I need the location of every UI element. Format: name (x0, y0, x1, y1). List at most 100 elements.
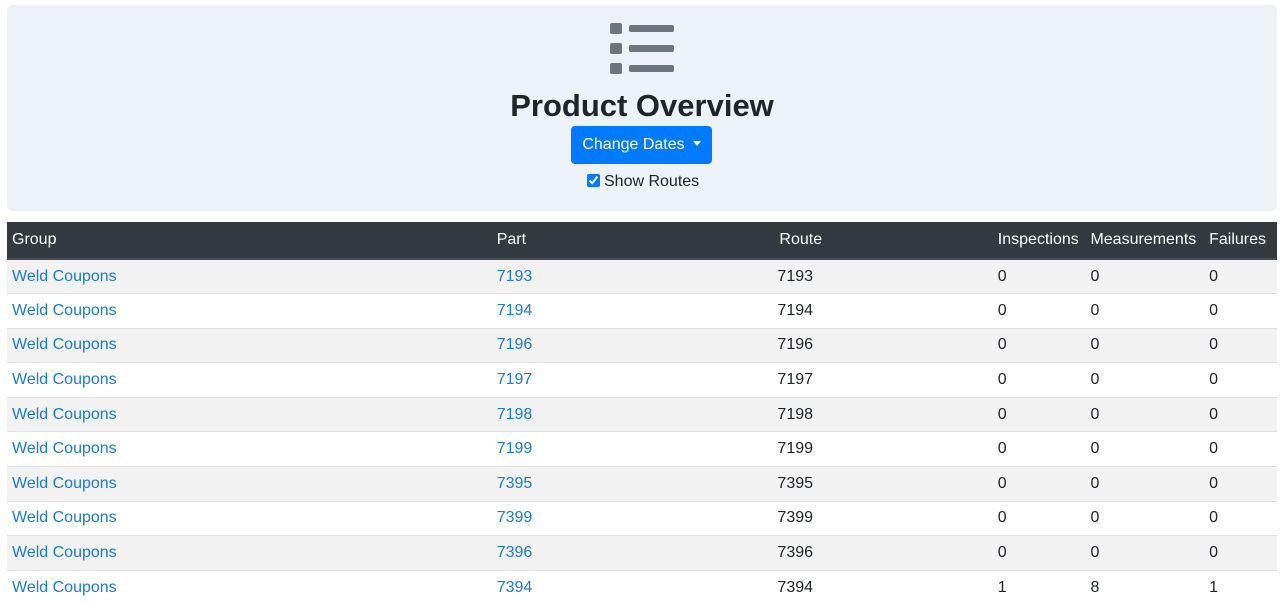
cell-route: 7199 (754, 431, 993, 467)
cell-part: 7199 (481, 431, 755, 467)
table-row: Weld Coupons 7396 7396 0 0 0 (7, 535, 1277, 571)
cell-group: Weld Coupons (7, 535, 482, 571)
cell-inspections: 0 (992, 396, 1086, 432)
group-link[interactable]: Weld Coupons (12, 302, 117, 319)
page: Product Overview Change Dates Show Route… (0, 0, 1282, 604)
table-row: Weld Coupons 7199 7199 0 0 0 (7, 431, 1277, 467)
cell-failures: 0 (1204, 535, 1277, 571)
cell-route: 7194 (754, 293, 993, 329)
page-title: Product Overview (510, 88, 774, 123)
header-panel: Product Overview Change Dates Show Route… (7, 5, 1277, 211)
part-link[interactable]: 7197 (497, 371, 533, 388)
group-link[interactable]: Weld Coupons (12, 371, 117, 388)
cell-route: 7198 (754, 396, 993, 432)
cell-group: Weld Coupons (7, 431, 482, 467)
cell-group: Weld Coupons (7, 466, 482, 502)
cell-group: Weld Coupons (7, 362, 482, 398)
group-link[interactable]: Weld Coupons (12, 579, 117, 596)
list-icon (610, 23, 674, 74)
cell-part: 7394 (481, 569, 755, 604)
cell-failures: 1 (1204, 569, 1277, 604)
part-link[interactable]: 7394 (497, 579, 533, 596)
cell-group: Weld Coupons (7, 327, 482, 363)
table-row: Weld Coupons 7395 7395 0 0 0 (7, 466, 1277, 502)
table-row: Weld Coupons 7197 7197 0 0 0 (7, 362, 1277, 398)
cell-part: 7399 (481, 500, 755, 536)
part-link[interactable]: 7399 (497, 509, 533, 526)
product-table-container: Group Part Route Inspections Measurement… (7, 222, 1277, 604)
column-header-route[interactable]: Route (754, 222, 993, 260)
cell-group: Weld Coupons (7, 396, 482, 432)
part-link[interactable]: 7196 (497, 336, 533, 353)
cell-route: 7197 (754, 362, 993, 398)
change-dates-button[interactable]: Change Dates (571, 126, 712, 164)
cell-route: 7394 (754, 569, 993, 604)
cell-inspections: 0 (992, 258, 1086, 294)
cell-group: Weld Coupons (7, 258, 482, 294)
cell-inspections: 0 (992, 362, 1086, 398)
cell-measurements: 0 (1085, 258, 1205, 294)
cell-group: Weld Coupons (7, 293, 482, 329)
show-routes-label: Show Routes (604, 173, 700, 190)
cell-measurements: 0 (1085, 362, 1205, 398)
table-body: Weld Coupons 7193 7193 0 0 0 Weld Coupons 7194 7… (7, 258, 1277, 604)
cell-failures: 0 (1204, 396, 1277, 432)
part-link[interactable]: 7199 (497, 440, 533, 457)
cell-part: 7194 (481, 293, 755, 329)
group-link[interactable]: Weld Coupons (12, 475, 117, 492)
column-header-inspections[interactable]: Inspections (992, 222, 1086, 260)
cell-failures: 0 (1204, 362, 1277, 398)
cell-measurements: 0 (1085, 396, 1205, 432)
cell-part: 7197 (481, 362, 755, 398)
cell-part: 7395 (481, 466, 755, 502)
cell-inspections: 0 (992, 500, 1086, 536)
part-link[interactable]: 7396 (497, 544, 533, 561)
cell-inspections: 0 (992, 327, 1086, 363)
cell-failures: 0 (1204, 431, 1277, 467)
cell-failures: 0 (1204, 327, 1277, 363)
product-table: Group Part Route Inspections Measurement… (7, 222, 1277, 604)
cell-inspections: 0 (992, 431, 1086, 467)
cell-route: 7395 (754, 466, 993, 502)
cell-group: Weld Coupons (7, 500, 482, 536)
group-link[interactable]: Weld Coupons (12, 336, 117, 353)
column-header-failures[interactable]: Failures (1204, 222, 1277, 260)
cell-inspections: 1 (992, 569, 1086, 604)
cell-part: 7196 (481, 327, 755, 363)
part-link[interactable]: 7194 (497, 302, 533, 319)
show-routes-checkbox[interactable] (587, 174, 600, 187)
group-link[interactable]: Weld Coupons (12, 509, 117, 526)
cell-failures: 0 (1204, 258, 1277, 294)
column-header-part[interactable]: Part (481, 222, 755, 260)
group-link[interactable]: Weld Coupons (12, 544, 117, 561)
table-row: Weld Coupons 7193 7193 0 0 0 (7, 258, 1277, 294)
cell-group: Weld Coupons (7, 569, 482, 604)
caret-down-icon (692, 141, 701, 146)
cell-measurements: 8 (1085, 569, 1205, 604)
cell-route: 7396 (754, 535, 993, 571)
cell-part: 7193 (481, 258, 755, 294)
table-row: Weld Coupons 7394 7394 1 8 1 (7, 569, 1277, 604)
part-link[interactable]: 7395 (497, 475, 533, 492)
group-link[interactable]: Weld Coupons (12, 440, 117, 457)
table-row: Weld Coupons 7198 7198 0 0 0 (7, 396, 1277, 432)
change-dates-label: Change Dates (582, 136, 685, 153)
table-header-row: Group Part Route Inspections Measurement… (7, 222, 1277, 260)
part-link[interactable]: 7193 (497, 268, 533, 285)
cell-inspections: 0 (992, 466, 1086, 502)
cell-measurements: 0 (1085, 535, 1205, 571)
group-link[interactable]: Weld Coupons (12, 268, 117, 285)
cell-measurements: 0 (1085, 500, 1205, 536)
cell-failures: 0 (1204, 466, 1277, 502)
cell-measurements: 0 (1085, 327, 1205, 363)
column-header-group[interactable]: Group (7, 222, 482, 260)
cell-part: 7396 (481, 535, 755, 571)
table-row: Weld Coupons 7196 7196 0 0 0 (7, 327, 1277, 363)
show-routes-toggle[interactable]: Show Routes (587, 172, 699, 192)
column-header-measurements[interactable]: Measurements (1085, 222, 1205, 260)
cell-inspections: 0 (992, 293, 1086, 329)
cell-measurements: 0 (1085, 466, 1205, 502)
group-link[interactable]: Weld Coupons (12, 406, 117, 423)
table-row: Weld Coupons 7399 7399 0 0 0 (7, 500, 1277, 536)
part-link[interactable]: 7198 (497, 406, 533, 423)
